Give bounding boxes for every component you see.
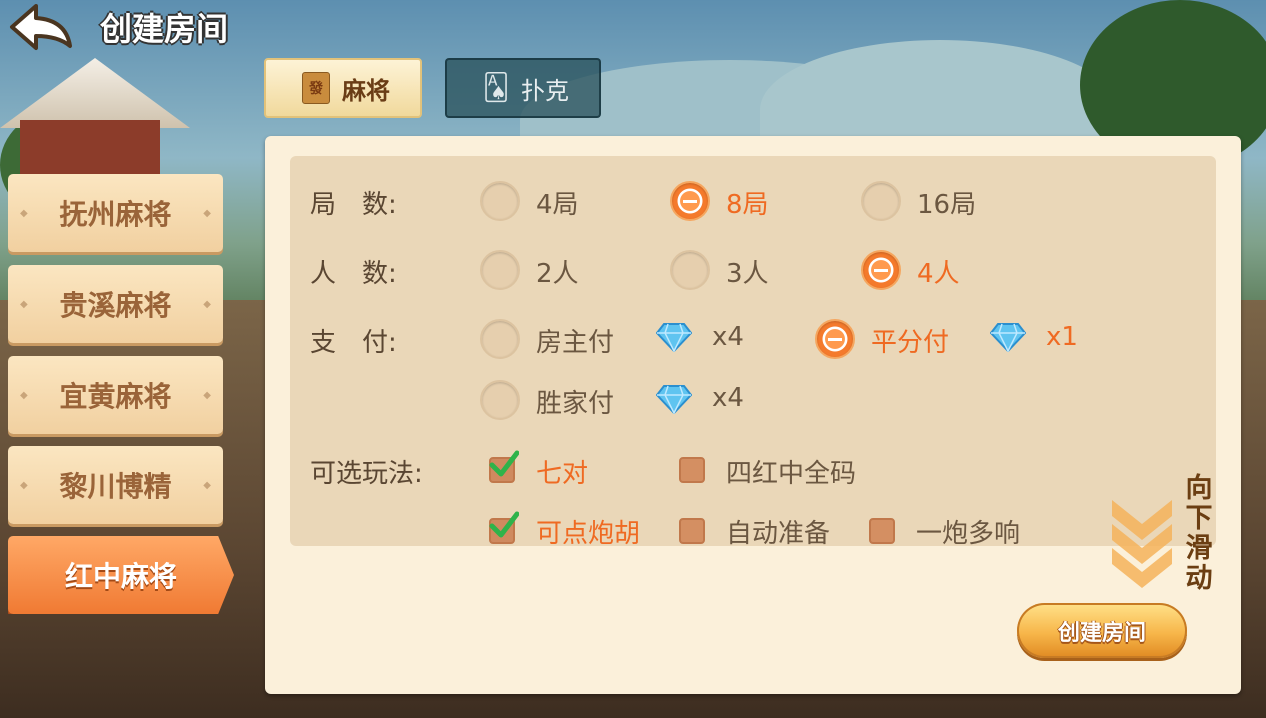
payment-cost: x4 [712, 322, 744, 352]
decor-dot: ◆ [203, 480, 211, 491]
checkbox-auto-ready[interactable] [679, 518, 705, 544]
rule-option-label: 一炮多响 [916, 519, 1021, 546]
payment-label: 支 付: [310, 328, 397, 358]
category-label: 抚州麻将 [59, 198, 172, 231]
playing-cards-icon: 🂡 [482, 73, 510, 103]
back-arrow-icon [10, 4, 72, 50]
category-yihuang-mahjong[interactable]: ◆ 宜黄麻将 ◆ [8, 356, 223, 434]
rule-option-label: 四红中全码 [726, 459, 857, 489]
tab-poker[interactable]: 🂡 扑克 [445, 58, 601, 118]
payment-cost: x4 [712, 383, 744, 413]
diamond-icon [656, 385, 692, 414]
rule-option-label: 七对 [536, 459, 589, 489]
diamond-icon [990, 323, 1026, 352]
radio-rounds-8[interactable] [670, 181, 710, 221]
category-label: 宜黄麻将 [59, 380, 172, 413]
checkbox-kedianpaohu[interactable] [489, 511, 519, 544]
decor-dot: ◆ [203, 390, 211, 401]
decor-dot: ◆ [20, 390, 28, 401]
radio-players-2[interactable] [480, 250, 520, 290]
category-label: 贵溪麻将 [59, 289, 172, 322]
pavilion-body [20, 120, 160, 180]
checkbox-multi-win[interactable] [869, 518, 895, 544]
payment-cost: x1 [1046, 322, 1078, 352]
category-hongzhong-mahjong[interactable]: 红中麻将 [8, 536, 234, 614]
checkmark-icon [489, 450, 519, 477]
rounds-option-label: 16局 [917, 190, 977, 220]
tab-mahjong[interactable]: 發 麻将 [264, 58, 422, 118]
radio-rounds-16[interactable] [861, 181, 901, 221]
tab-label: 麻将 [342, 76, 390, 105]
payment-option-label: 房主付 [536, 328, 615, 358]
radio-payment-split[interactable] [815, 319, 855, 359]
mahjong-tile-icon: 發 [302, 72, 330, 104]
players-option-label: 4人 [917, 259, 960, 289]
category-guixi-mahjong[interactable]: ◆ 贵溪麻将 ◆ [8, 265, 223, 343]
category-lichuan-bojing[interactable]: ◆ 黎川博精 ◆ [8, 446, 223, 524]
page-title: 创建房间 [100, 10, 229, 48]
scroll-hint-char: 下 [1185, 503, 1213, 534]
checkmark-icon [489, 511, 519, 538]
payment-option-label: 胜家付 [536, 389, 615, 419]
rounds-label: 局 数: [310, 190, 397, 220]
radio-payment-host[interactable] [480, 319, 520, 359]
rounds-option-label: 8局 [726, 190, 769, 220]
rules-label: 可选玩法: [310, 459, 423, 489]
checkbox-qidui[interactable] [489, 450, 519, 483]
players-option-label: 2人 [536, 259, 579, 289]
scroll-hint-char: 滑 [1185, 533, 1213, 564]
category-label: 红中麻将 [64, 560, 177, 593]
back-button[interactable] [6, 2, 76, 52]
radio-players-4[interactable] [861, 250, 901, 290]
radio-players-3[interactable] [670, 250, 710, 290]
radio-rounds-4[interactable] [480, 181, 520, 221]
players-option-label: 3人 [726, 259, 769, 289]
scroll-hint-char: 动 [1185, 563, 1213, 594]
players-label: 人 数: [310, 259, 397, 289]
scroll-hint-char: 向 [1185, 473, 1213, 504]
create-room-button[interactable]: 创建房间 [1017, 603, 1187, 658]
decor-dot: ◆ [20, 208, 28, 219]
radio-payment-winner[interactable] [480, 380, 520, 420]
rule-option-label: 自动准备 [726, 519, 831, 546]
options-area: 局 数: 4局 8局 16局 人 数: 2人 3人 4人 支 付: 房主付 x4… [290, 156, 1216, 546]
rounds-option-label: 4局 [536, 190, 579, 220]
tab-label: 扑克 [521, 76, 569, 105]
pavilion-roof [0, 58, 190, 128]
decor-dot: ◆ [20, 299, 28, 310]
decor-dot: ◆ [203, 299, 211, 310]
scroll-down-arrows-icon [1112, 500, 1172, 588]
scroll-down-hint: 向 下 滑 动 [1182, 474, 1216, 594]
checkbox-sihongzhong[interactable] [679, 457, 705, 483]
decor-dot: ◆ [203, 208, 211, 219]
payment-option-label: 平分付 [871, 328, 950, 358]
diamond-icon [656, 323, 692, 352]
rule-option-label: 可点炮胡 [536, 519, 641, 546]
decor-dot: ◆ [20, 480, 28, 491]
category-fuzhou-mahjong[interactable]: ◆ 抚州麻将 ◆ [8, 174, 223, 252]
category-label: 黎川博精 [59, 470, 172, 503]
